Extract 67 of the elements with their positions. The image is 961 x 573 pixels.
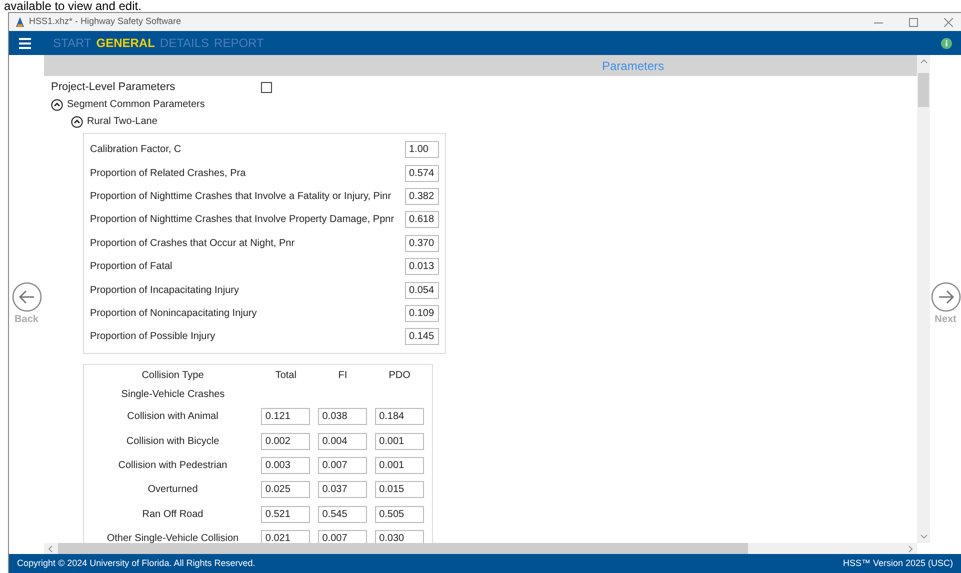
info-icon[interactable] <box>941 38 952 48</box>
column-header: PDO <box>388 369 412 384</box>
row-label: Collision with Pedestrian <box>117 458 228 473</box>
copyright-text: Copyright © 2024 University of Florida. All Rights Reserved. <box>17 556 256 570</box>
input-field[interactable]: 0.505 <box>375 506 424 523</box>
row-label: Collision with Bicycle <box>125 434 220 449</box>
parameter-label: Proportion of Nighttime Crashes that Involve Property Damage, Ppnr <box>90 213 396 228</box>
input-field[interactable]: 0.370 <box>405 234 439 252</box>
back-label: Back <box>14 313 38 327</box>
input-field[interactable]: 0.145 <box>405 328 439 346</box>
collapse-icon[interactable] <box>71 116 83 128</box>
input-field[interactable]: 0.618 <box>405 211 439 228</box>
input-field[interactable]: 0.025 <box>261 481 310 498</box>
input-field[interactable]: 0.521 <box>261 506 310 523</box>
input-field[interactable]: 0.574 <box>405 164 439 182</box>
input-field[interactable]: 0.184 <box>375 408 424 426</box>
parameter-label: Proportion of Related Crashes, Pra <box>90 166 247 181</box>
input-field[interactable]: 0.001 <box>375 456 424 474</box>
input-field[interactable]: 0.545 <box>318 506 368 523</box>
input-field[interactable]: 0.001 <box>375 432 424 450</box>
parameter-label: Calibration Factor, C <box>90 143 182 158</box>
input-field[interactable]: 0.004 <box>318 432 368 450</box>
input-field[interactable]: 0.007 <box>318 456 368 474</box>
row-label: Collision with Animal <box>126 410 220 424</box>
input-field[interactable]: 0.037 <box>318 481 368 498</box>
input-field[interactable]: 0.013 <box>405 258 439 276</box>
group-label: Rural Two-Lane <box>87 115 158 129</box>
row-label: Overturned <box>146 483 199 498</box>
project-level-label: Project-Level Parameters <box>51 80 176 95</box>
parameter-label: Proportion of Nighttime Crashes that Involve a Fatality or Injury, Pinr <box>90 190 392 204</box>
parameter-label: Proportion of Possible Injury <box>90 330 216 344</box>
input-field[interactable]: 0.002 <box>261 432 310 450</box>
maximize-icon[interactable] <box>909 18 918 26</box>
next-label: Next <box>934 313 956 327</box>
menu-icon[interactable] <box>19 38 31 48</box>
app-logo-icon <box>15 16 25 28</box>
close-icon[interactable] <box>944 18 953 26</box>
row-label: Other Single-Vehicle Collision <box>106 532 240 543</box>
column-header: Total <box>274 369 298 384</box>
group-label: Segment Common Parameters <box>67 98 205 112</box>
column-header: Collision Type <box>140 369 205 384</box>
checkbox[interactable] <box>261 82 272 92</box>
parameter-label: Proportion of Fatal <box>90 260 174 274</box>
collapse-icon[interactable] <box>51 98 63 110</box>
input-field[interactable]: 0.382 <box>405 188 439 205</box>
scroll-left-icon[interactable] <box>47 544 55 552</box>
input-field[interactable]: 1.00 <box>405 141 439 158</box>
scroll-down-icon[interactable] <box>920 532 928 540</box>
window-title: HSS1.xhz* - Highway Safety Software <box>29 15 182 28</box>
scroll-right-icon[interactable] <box>906 544 914 552</box>
nav-tab[interactable]: GENERAL <box>96 34 155 52</box>
input-field[interactable]: 0.109 <box>405 304 439 322</box>
input-field[interactable]: 0.003 <box>261 456 310 474</box>
caption-text: available to view and edit. <box>3 0 142 12</box>
row-heading: Single-Vehicle Crashes <box>120 388 226 402</box>
parameter-label: Proportion of Crashes that Occur at Night, Pnr <box>90 236 296 251</box>
parameter-label: Proportion of Incapacitating Injury <box>90 284 240 298</box>
column-header: FI <box>337 369 348 384</box>
row-label: Ran Off Road <box>141 508 204 522</box>
scroll-up-icon[interactable] <box>920 58 928 66</box>
input-field[interactable]: 0.015 <box>375 481 424 498</box>
section-header: Parameters <box>44 55 917 76</box>
input-field[interactable]: 0.038 <box>318 408 368 426</box>
input-field[interactable]: 0.054 <box>405 282 439 299</box>
parameter-label: Proportion of Nonincapacitating Injury <box>90 306 258 321</box>
input-field[interactable]: 0.121 <box>261 408 310 426</box>
version-text: HSS™ Version 2025 (USC) <box>842 556 953 570</box>
